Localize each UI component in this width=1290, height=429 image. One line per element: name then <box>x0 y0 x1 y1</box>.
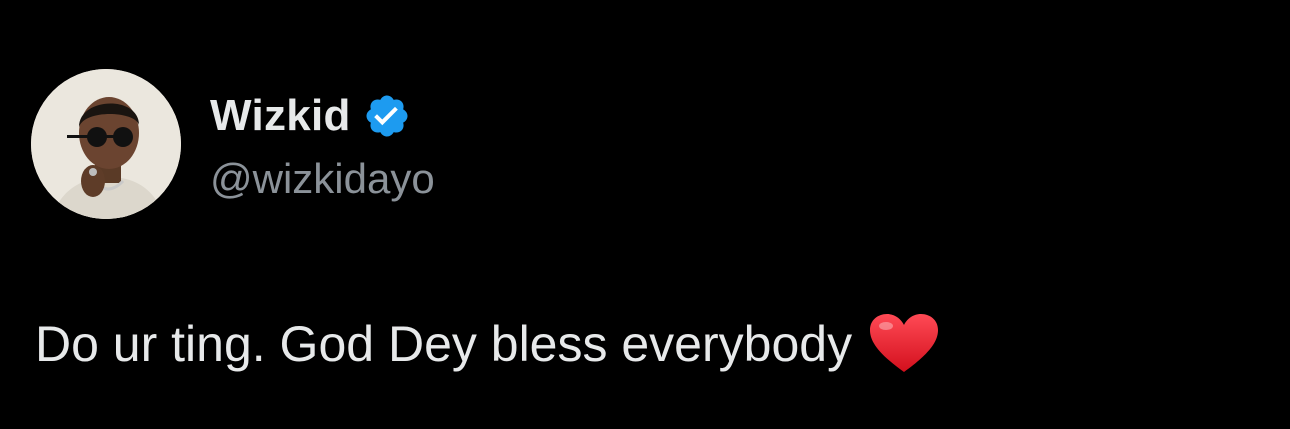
author-name-row: Wizkid <box>210 88 411 144</box>
tweet-card: Wizkid @wizkidayo Do ur ting. God Dey bl… <box>0 0 1290 429</box>
verified-badge-icon <box>363 92 411 140</box>
tweet-body: Do ur ting. God Dey bless everybody <box>35 312 940 376</box>
avatar-image <box>31 69 181 219</box>
heart-icon <box>868 312 940 376</box>
tweet-text: Do ur ting. God Dey bless everybody <box>35 316 853 372</box>
avatar[interactable] <box>31 69 181 219</box>
author-display-name[interactable]: Wizkid <box>210 91 351 141</box>
author-handle[interactable]: @wizkidayo <box>210 155 435 203</box>
